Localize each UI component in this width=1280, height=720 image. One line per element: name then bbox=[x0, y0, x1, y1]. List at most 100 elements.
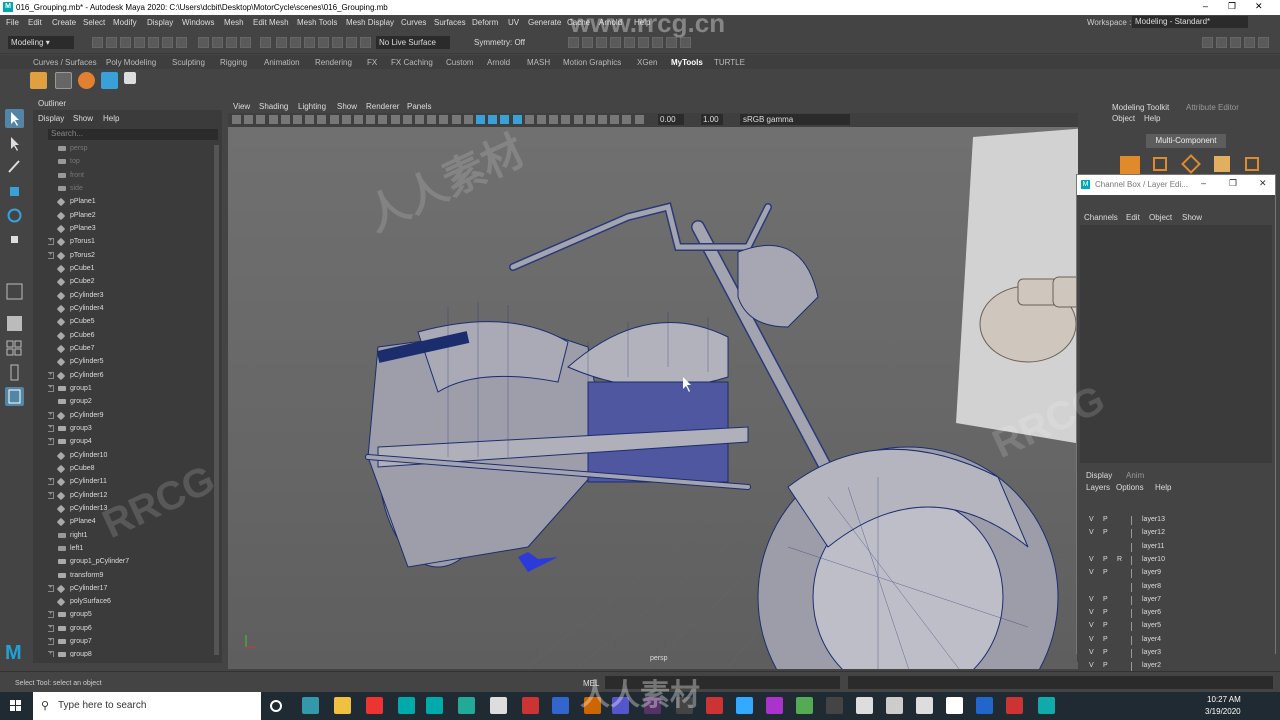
uv-mode-icon[interactable] bbox=[1245, 157, 1259, 171]
shelf-tab-rendering[interactable]: Rendering bbox=[315, 58, 352, 67]
expand-icon[interactable]: + bbox=[48, 651, 54, 657]
viewport-tool-icon[interactable] bbox=[280, 115, 290, 124]
layer-row[interactable]: V Player13 bbox=[1085, 514, 1265, 527]
toolkit-menu-help[interactable]: Help bbox=[1144, 114, 1160, 123]
taskbar-app-icon[interactable] bbox=[886, 697, 903, 714]
outliner-item[interactable]: side bbox=[48, 182, 218, 195]
vertex-mode-icon[interactable] bbox=[1153, 157, 1167, 171]
taskbar-app-icon[interactable] bbox=[612, 697, 629, 714]
tab-display-layers[interactable]: Display bbox=[1086, 471, 1112, 480]
status-tool-icon[interactable] bbox=[260, 37, 271, 48]
viewport-menu-view[interactable]: View bbox=[233, 102, 250, 111]
menu-cache[interactable]: Cache bbox=[567, 18, 590, 27]
outliner-item[interactable]: pCylinder13 bbox=[48, 502, 218, 515]
menu-display[interactable]: Display bbox=[147, 18, 173, 27]
layer-playback-toggle[interactable]: P bbox=[1103, 636, 1108, 643]
edge-mode-icon[interactable] bbox=[1181, 154, 1201, 174]
status-tool-icon[interactable] bbox=[226, 37, 237, 48]
status-tool-icon[interactable] bbox=[198, 37, 209, 48]
viewport-tool-icon[interactable] bbox=[341, 115, 351, 124]
outliner-menu-show[interactable]: Show bbox=[73, 114, 93, 123]
taskbar-app-icon[interactable] bbox=[826, 697, 843, 714]
viewport-tool-icon[interactable] bbox=[634, 115, 644, 124]
outliner-item[interactable]: + pTorus2 bbox=[48, 249, 218, 262]
status-tool-icon[interactable] bbox=[624, 37, 635, 48]
taskbar-app-icon[interactable] bbox=[552, 697, 569, 714]
taskbar-app-icon[interactable] bbox=[976, 697, 993, 714]
layer-row[interactable]: layer11 bbox=[1085, 541, 1265, 554]
object-mode-icon[interactable] bbox=[1120, 156, 1140, 174]
status-tool-icon[interactable] bbox=[276, 37, 287, 48]
viewport-tool-icon[interactable] bbox=[378, 115, 388, 124]
menu-uv[interactable]: UV bbox=[508, 18, 519, 27]
taskbar-app-icon[interactable] bbox=[706, 697, 723, 714]
shelf-tab-fx-caching[interactable]: FX Caching bbox=[391, 58, 433, 67]
viewport-tool-icon[interactable] bbox=[402, 115, 412, 124]
layer-playback-toggle[interactable]: P bbox=[1103, 609, 1108, 616]
menu-edit-mesh[interactable]: Edit Mesh bbox=[253, 18, 289, 27]
layer-row[interactable]: V Player5 bbox=[1085, 620, 1265, 633]
viewport-menu-show[interactable]: Show bbox=[337, 102, 357, 111]
outliner-item[interactable]: front bbox=[48, 169, 218, 182]
taskbar-app-icon[interactable] bbox=[366, 697, 383, 714]
taskbar-app-icon[interactable] bbox=[736, 697, 753, 714]
cb-menu-channels[interactable]: Channels bbox=[1084, 213, 1118, 222]
viewport-tool-icon[interactable] bbox=[549, 115, 559, 124]
viewport-tool-icon[interactable] bbox=[537, 115, 546, 124]
taskbar-app-icon[interactable] bbox=[334, 697, 351, 714]
layer-menu-options[interactable]: Options bbox=[1116, 483, 1144, 492]
outliner-menu-help[interactable]: Help bbox=[103, 114, 119, 123]
minimize-button[interactable]: – bbox=[1203, 1, 1208, 11]
shelf-tab-xgen[interactable]: XGen bbox=[637, 58, 657, 67]
status-tool-icon[interactable] bbox=[176, 37, 187, 48]
shelf-tab-animation[interactable]: Animation bbox=[264, 58, 300, 67]
expand-icon[interactable]: + bbox=[48, 624, 54, 632]
paint-select-icon[interactable] bbox=[5, 157, 24, 176]
layer-color-swatch[interactable] bbox=[1131, 529, 1139, 539]
layer-playback-toggle[interactable]: P bbox=[1103, 662, 1108, 669]
viewport-tool-icon[interactable] bbox=[354, 115, 363, 124]
outliner-item[interactable]: pCube7 bbox=[48, 342, 218, 355]
layer-menu-layers[interactable]: Layers bbox=[1086, 483, 1110, 492]
outliner-item[interactable]: pCube8 bbox=[48, 462, 218, 475]
shelf-tab-poly-modeling[interactable]: Poly Modeling bbox=[106, 58, 156, 67]
status-tool-icon[interactable] bbox=[212, 37, 223, 48]
layer-color-swatch[interactable] bbox=[1131, 569, 1139, 579]
menu-windows[interactable]: Windows bbox=[182, 18, 214, 27]
layer-playback-toggle[interactable]: P bbox=[1103, 649, 1108, 656]
menu-mesh-tools[interactable]: Mesh Tools bbox=[297, 18, 337, 27]
status-tool-icon[interactable] bbox=[1202, 37, 1213, 48]
scale-tool-icon[interactable] bbox=[5, 230, 24, 249]
exposure-field[interactable]: 0.00 bbox=[658, 114, 684, 125]
viewport-tool-icon[interactable] bbox=[256, 115, 266, 124]
layer-color-swatch[interactable] bbox=[1131, 649, 1139, 658]
taskbar-app-icon[interactable] bbox=[946, 697, 963, 714]
tab-modeling-toolkit[interactable]: Modeling Toolkit bbox=[1112, 103, 1169, 112]
layout-two-icon[interactable] bbox=[5, 363, 24, 382]
outliner-item[interactable]: top bbox=[48, 155, 218, 168]
status-tool-icon[interactable] bbox=[1244, 37, 1255, 48]
layer-row[interactable]: V Player4 bbox=[1085, 634, 1265, 647]
shelf-tab-turtle[interactable]: TURTLE bbox=[714, 58, 745, 67]
viewport-tool-icon[interactable] bbox=[305, 115, 315, 124]
layer-playback-toggle[interactable]: P bbox=[1103, 529, 1108, 536]
outliner-item[interactable]: + pCylinder9 bbox=[48, 409, 218, 422]
status-tool-icon[interactable] bbox=[1230, 37, 1241, 48]
layer-visibility-toggle[interactable]: V bbox=[1089, 662, 1094, 669]
layer-color-swatch[interactable] bbox=[1131, 516, 1139, 525]
menu-mesh[interactable]: Mesh bbox=[224, 18, 244, 27]
taskbar-search-input[interactable]: ⚲ Type here to search bbox=[33, 692, 261, 720]
viewport-tool-icon[interactable] bbox=[366, 115, 376, 124]
shelf-tab-curves-surfaces[interactable]: Curves / Surfaces bbox=[33, 58, 97, 67]
viewport-tool-icon[interactable] bbox=[232, 115, 241, 124]
menu-modify[interactable]: Modify bbox=[113, 18, 137, 27]
taskbar-app-icon[interactable] bbox=[584, 697, 601, 714]
windows-start-icon[interactable] bbox=[10, 700, 22, 712]
shelf-tab-arnold[interactable]: Arnold bbox=[487, 58, 510, 67]
live-surface-field[interactable]: No Live Surface bbox=[376, 36, 450, 49]
outliner-item[interactable]: group1_pCylinder7 bbox=[48, 555, 218, 568]
outliner-item[interactable]: pCube6 bbox=[48, 329, 218, 342]
transform-manipulator[interactable] bbox=[518, 552, 558, 572]
expand-icon[interactable]: + bbox=[48, 384, 54, 392]
menu-curves[interactable]: Curves bbox=[401, 18, 426, 27]
